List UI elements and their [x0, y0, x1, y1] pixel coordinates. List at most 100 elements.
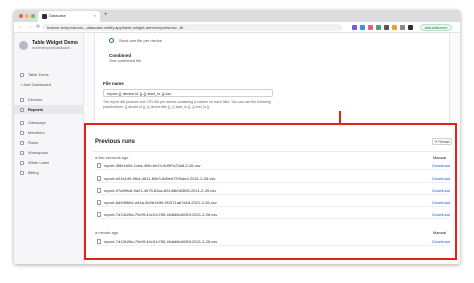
download-link[interactable]: Download: [432, 163, 450, 168]
datacake-favicon-icon: [42, 14, 47, 19]
file-icon: [97, 163, 101, 168]
table-row: report-97a9f9c8-9a21-4b75-83ac-89148b083…: [95, 186, 450, 195]
workspace-info: Table Widget Demo realtimeinput@datacake…: [32, 40, 78, 50]
file-icon: [97, 176, 101, 181]
browser-tab[interactable]: Datacake ×: [38, 11, 100, 22]
workspace-switcher[interactable]: Table Widget Demo realtimeinput@datacake…: [19, 40, 78, 50]
sidebar-item-table-device[interactable]: Table Devic: [14, 70, 84, 79]
file-name: report-3f8e1b0e-1cea-4f4b-be24-5d9f7c23a…: [104, 163, 201, 168]
extension-icon[interactable]: [368, 25, 373, 30]
browser-tab-bar: Datacake × +: [14, 10, 460, 22]
device-icon: [20, 97, 24, 102]
previous-runs-panel: Previous runs ⟳ Reload a few seconds ago…: [84, 123, 457, 260]
sidebar-item-label: Workspace: [28, 150, 48, 155]
tab-close-icon[interactable]: ×: [94, 13, 96, 18]
run-group-label: a few seconds ago: [95, 155, 129, 160]
file-name: report-7d13b28a-70e9f-44c3-b785-4fc8d6bd…: [104, 212, 218, 217]
file-name-input[interactable]: report-{{ device.id }}-{{ start_ts }}.cs…: [103, 89, 273, 97]
sidebar-item-add-dashboard[interactable]: + Add Dashboard: [14, 80, 84, 89]
back-icon[interactable]: ←: [18, 24, 23, 30]
sidebar-item-label: Devices: [28, 97, 43, 102]
sidebar: Table Widget Demo realtimeinput@datacake…: [14, 33, 84, 264]
section-title: Previous runs: [95, 139, 136, 145]
rules-icon: [20, 140, 24, 145]
sidebar-item-gateways[interactable]: Gateways: [14, 118, 84, 127]
table-icon: [20, 72, 24, 77]
gateway-icon: [20, 120, 24, 125]
extension-icon[interactable]: [352, 25, 357, 30]
extension-icons: [352, 25, 413, 30]
sidebar-item-label: White Label: [28, 160, 50, 165]
sidebar-item-label: Rules: [28, 140, 39, 145]
nav-buttons: ← → ⟳: [18, 24, 40, 30]
download-link[interactable]: Download: [432, 239, 450, 244]
file-name: report-e01b1d5-9fb4-4611-89e3-8d9eb7290a…: [104, 176, 216, 181]
app-window: Datacake × + ← → ⟳ feature-isreproducts—…: [14, 10, 460, 264]
extension-icon[interactable]: [408, 25, 413, 30]
run-type: Manual: [433, 155, 447, 160]
file-icon: [97, 212, 101, 217]
file-name: report-6d498b64-a34a-4b08-b0f0-5f1071ab7…: [104, 200, 217, 205]
download-link[interactable]: Download: [432, 188, 450, 193]
workspace-icon: [20, 150, 24, 155]
download-link[interactable]: Download: [432, 212, 450, 217]
sidebar-item-reports[interactable]: Reports: [14, 105, 84, 114]
file-name-label: File name: [103, 81, 124, 86]
option-description: One combined file: [109, 58, 142, 63]
update-button[interactable]: Aktualisieren: [420, 24, 452, 31]
reload-icon[interactable]: ⟳: [36, 24, 40, 30]
sidebar-item-label: Table Devic: [28, 72, 49, 77]
extension-icon[interactable]: [392, 25, 397, 30]
sidebar-item-label: + Add Dashboard: [20, 82, 52, 87]
window-controls: [19, 14, 35, 18]
extension-icon[interactable]: [384, 25, 389, 30]
sidebar-item-label: Billing: [28, 170, 39, 175]
run-group-label: a minute ago: [95, 230, 119, 235]
sidebar-item-white-label[interactable]: White Label: [14, 158, 84, 167]
sidebar-item-label: Gateways: [28, 120, 46, 125]
members-icon: [20, 130, 24, 135]
billing-icon: [20, 170, 24, 175]
file-icon: [97, 188, 101, 193]
reload-button[interactable]: ⟳ Reload: [432, 138, 452, 145]
sidebar-item-label: Members: [28, 130, 45, 135]
extension-icon[interactable]: [376, 25, 381, 30]
close-window-button[interactable]: [19, 14, 23, 18]
sidebar-item-devices[interactable]: Devices: [14, 95, 84, 104]
divider: [92, 151, 450, 152]
option-combined[interactable]: Combined One combined file: [109, 53, 141, 63]
sidebar-item-label: Reports: [28, 107, 44, 112]
sidebar-item-billing[interactable]: Billing: [14, 168, 84, 177]
table-row: report-7d13b28a-70e9f-44c3-b785-4fc8d6bd…: [95, 210, 450, 219]
download-link[interactable]: Download: [432, 200, 450, 205]
sidebar-item-members[interactable]: Members: [14, 128, 84, 137]
option-description: Send one file per device: [119, 38, 162, 43]
forward-icon[interactable]: →: [27, 24, 32, 30]
table-row: report-6d498b64-a34a-4b08-b0f0-5f1071ab7…: [95, 198, 450, 207]
url-field[interactable]: feature-isreproducts—datacake.netlify.ap…: [42, 24, 342, 31]
extension-icon[interactable]: [400, 25, 405, 30]
option-per-device[interactable]: Send one file per device: [119, 38, 162, 43]
report-settings-card: Send one file per device Combined One co…: [94, 33, 450, 133]
workspace-account: realtimeinput@datacake...: [32, 46, 73, 50]
tab-title: Datacake: [49, 13, 66, 18]
radio-per-device[interactable]: [109, 38, 114, 43]
label-icon: [20, 160, 24, 165]
avatar: [19, 40, 28, 50]
address-bar-row: ← → ⟳ feature-isreproducts—datacake.netl…: [14, 22, 460, 33]
report-icon: [20, 107, 24, 112]
maximize-window-button[interactable]: [31, 14, 35, 18]
file-icon: [97, 239, 101, 244]
file-icon: [97, 200, 101, 205]
sidebar-item-workspace[interactable]: Workspace: [14, 148, 84, 157]
sidebar-item-rules[interactable]: Rules: [14, 138, 84, 147]
minimize-window-button[interactable]: [25, 14, 29, 18]
file-name: report-97a9f9c8-9a21-4b75-83ac-89148b083…: [104, 188, 217, 193]
download-link[interactable]: Download: [432, 176, 450, 181]
extension-icon[interactable]: [360, 25, 365, 30]
run-type: Manual: [433, 230, 447, 235]
help-text: The report will produce one CSV file per…: [103, 100, 271, 109]
new-tab-button[interactable]: +: [104, 12, 108, 18]
table-row: report-e01b1d5-9fb4-4611-89e3-8d9eb7290a…: [95, 174, 450, 183]
table-row: report-3f8e1b0e-1cea-4f4b-be24-5d9f7c23a…: [95, 161, 450, 170]
